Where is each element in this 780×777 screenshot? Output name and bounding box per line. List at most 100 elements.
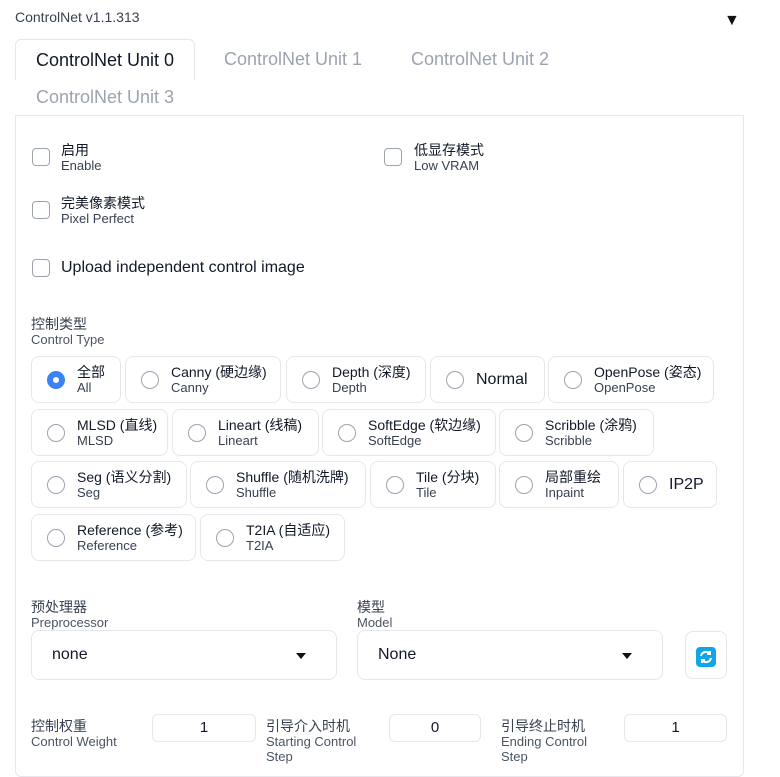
option-label-en: Scribble: [545, 433, 592, 448]
option-label-en: MLSD: [77, 433, 114, 448]
option-label-en: All: [77, 380, 92, 395]
pixel-perfect-checkbox[interactable]: [32, 201, 50, 219]
option-label-zh: Seg (语义分割): [77, 469, 172, 485]
control-type-option-tile[interactable]: Tile (分块) Tile: [370, 461, 496, 508]
option-label: IP2P: [669, 475, 704, 493]
radio-selected-icon: [47, 370, 65, 389]
option-label-en: OpenPose: [594, 380, 656, 395]
tab-unit-2[interactable]: ControlNet Unit 2: [391, 39, 569, 79]
collapse-toggle-icon[interactable]: ▼: [724, 12, 740, 30]
option-label-en: Reference: [77, 538, 137, 553]
option-label-en: Inpaint: [545, 485, 585, 500]
pixel-perfect-label-zh: 完美像素模式: [61, 195, 145, 211]
enable-label-zh: 启用: [61, 142, 89, 158]
option-label-en: T2IA: [246, 538, 274, 553]
model-label-zh: 模型: [357, 599, 385, 615]
radio-icon: [47, 475, 65, 494]
start-step-label-en: Starting Control Step: [266, 734, 357, 764]
option-label-zh: SoftEdge (软边缘): [368, 417, 481, 433]
enable-label-en: Enable: [61, 158, 102, 173]
radio-icon: [47, 423, 65, 442]
option-label: Normal: [476, 370, 528, 388]
control-type-option-t2ia[interactable]: T2IA (自适应) T2IA: [200, 514, 345, 561]
option-label-zh: Shuffle (随机洗牌): [236, 469, 349, 485]
radio-icon: [216, 528, 234, 547]
chevron-down-icon: [622, 653, 632, 659]
control-type-option-normal[interactable]: Normal: [430, 356, 545, 403]
start-step-label-zh: 引导介入时机: [266, 718, 350, 734]
control-type-option-all[interactable]: 全部 All: [31, 356, 121, 403]
option-label-zh: Tile (分块): [416, 469, 480, 485]
option-label-zh: Scribble (涂鸦): [545, 417, 637, 433]
option-label-en: Canny: [171, 380, 209, 395]
option-label-zh: Depth (深度): [332, 364, 411, 380]
low-vram-checkbox[interactable]: [384, 148, 402, 166]
control-type-option-depth[interactable]: Depth (深度) Depth: [286, 356, 426, 403]
control-type-option-inpaint[interactable]: 局部重绘 Inpaint: [499, 461, 619, 508]
control-weight-label-zh: 控制权重: [31, 718, 87, 734]
chevron-down-icon: [296, 653, 306, 659]
control-type-option-softedge[interactable]: SoftEdge (软边缘) SoftEdge: [322, 409, 496, 456]
end-step-label-zh: 引导终止时机: [501, 718, 585, 734]
option-label-zh: Reference (参考): [77, 522, 183, 538]
option-label-en: Lineart: [218, 433, 258, 448]
refresh-models-button[interactable]: [685, 631, 727, 679]
preprocessor-label-zh: 预处理器: [31, 599, 87, 615]
radio-icon: [515, 475, 533, 494]
preprocessor-label-en: Preprocessor: [31, 615, 109, 630]
radio-icon: [302, 370, 320, 389]
radio-icon: [515, 423, 533, 442]
control-weight-input[interactable]: 1: [152, 714, 256, 742]
enable-checkbox[interactable]: [32, 148, 50, 166]
option-label-en: Tile: [416, 485, 437, 500]
control-type-option-ip2p[interactable]: IP2P: [623, 461, 717, 508]
tab-unit-0[interactable]: ControlNet Unit 0: [15, 39, 196, 80]
control-type-option-reference[interactable]: Reference (参考) Reference: [31, 514, 196, 561]
end-step-label-en: Ending Control Step: [501, 734, 587, 764]
control-type-option-openpose[interactable]: OpenPose (姿态) OpenPose: [548, 356, 714, 403]
model-label-en: Model: [357, 615, 393, 630]
control-type-label-zh: 控制类型: [31, 316, 87, 332]
end-step-input[interactable]: 1: [624, 714, 727, 742]
upload-independent-checkbox[interactable]: [32, 259, 50, 277]
option-label-en: SoftEdge: [368, 433, 422, 448]
model-value: None: [378, 646, 417, 663]
radio-icon: [47, 528, 65, 547]
option-label-en: Shuffle: [236, 485, 277, 500]
control-type-option-canny[interactable]: Canny (硬边缘) Canny: [125, 356, 281, 403]
control-type-option-scribble[interactable]: Scribble (涂鸦) Scribble: [499, 409, 654, 456]
radio-icon: [206, 475, 224, 494]
preprocessor-select[interactable]: none: [31, 630, 337, 680]
upload-independent-label: Upload independent control image: [61, 259, 305, 276]
radio-icon: [386, 475, 404, 494]
option-label-zh: Canny (硬边缘): [171, 364, 267, 380]
option-label-zh: T2IA (自适应): [246, 522, 331, 538]
control-type-option-shuffle[interactable]: Shuffle (随机洗牌) Shuffle: [190, 461, 366, 508]
low-vram-label-en: Low VRAM: [414, 158, 480, 173]
control-type-label-en: Control Type: [31, 332, 105, 347]
option-label-zh: OpenPose (姿态): [594, 364, 702, 380]
option-label-zh: 局部重绘: [545, 469, 601, 485]
radio-icon: [639, 475, 657, 494]
radio-icon: [188, 423, 206, 442]
option-label-en: Seg: [77, 485, 101, 500]
preprocessor-value: none: [52, 646, 88, 663]
control-type-option-seg[interactable]: Seg (语义分割) Seg: [31, 461, 187, 508]
start-step-input[interactable]: 0: [389, 714, 481, 742]
option-label-zh: MLSD (直线): [77, 417, 158, 433]
model-select[interactable]: None: [357, 630, 663, 680]
option-label-zh: Lineart (线稿): [218, 417, 303, 433]
radio-icon: [564, 370, 582, 389]
tab-unit-1[interactable]: ControlNet Unit 1: [204, 39, 382, 79]
radio-icon: [141, 370, 159, 389]
option-label-en: Depth: [332, 380, 367, 395]
tab-unit-3[interactable]: ControlNet Unit 3: [16, 77, 194, 117]
refresh-icon: [696, 647, 716, 667]
option-label-zh: 全部: [77, 364, 105, 380]
app-title: ControlNet v1.1.313: [15, 9, 140, 25]
low-vram-label-zh: 低显存模式: [414, 142, 484, 158]
control-weight-label-en: Control Weight: [31, 734, 117, 749]
control-type-option-mlsd[interactable]: MLSD (直线) MLSD: [31, 409, 168, 456]
radio-icon: [338, 423, 356, 442]
control-type-option-lineart[interactable]: Lineart (线稿) Lineart: [172, 409, 319, 456]
